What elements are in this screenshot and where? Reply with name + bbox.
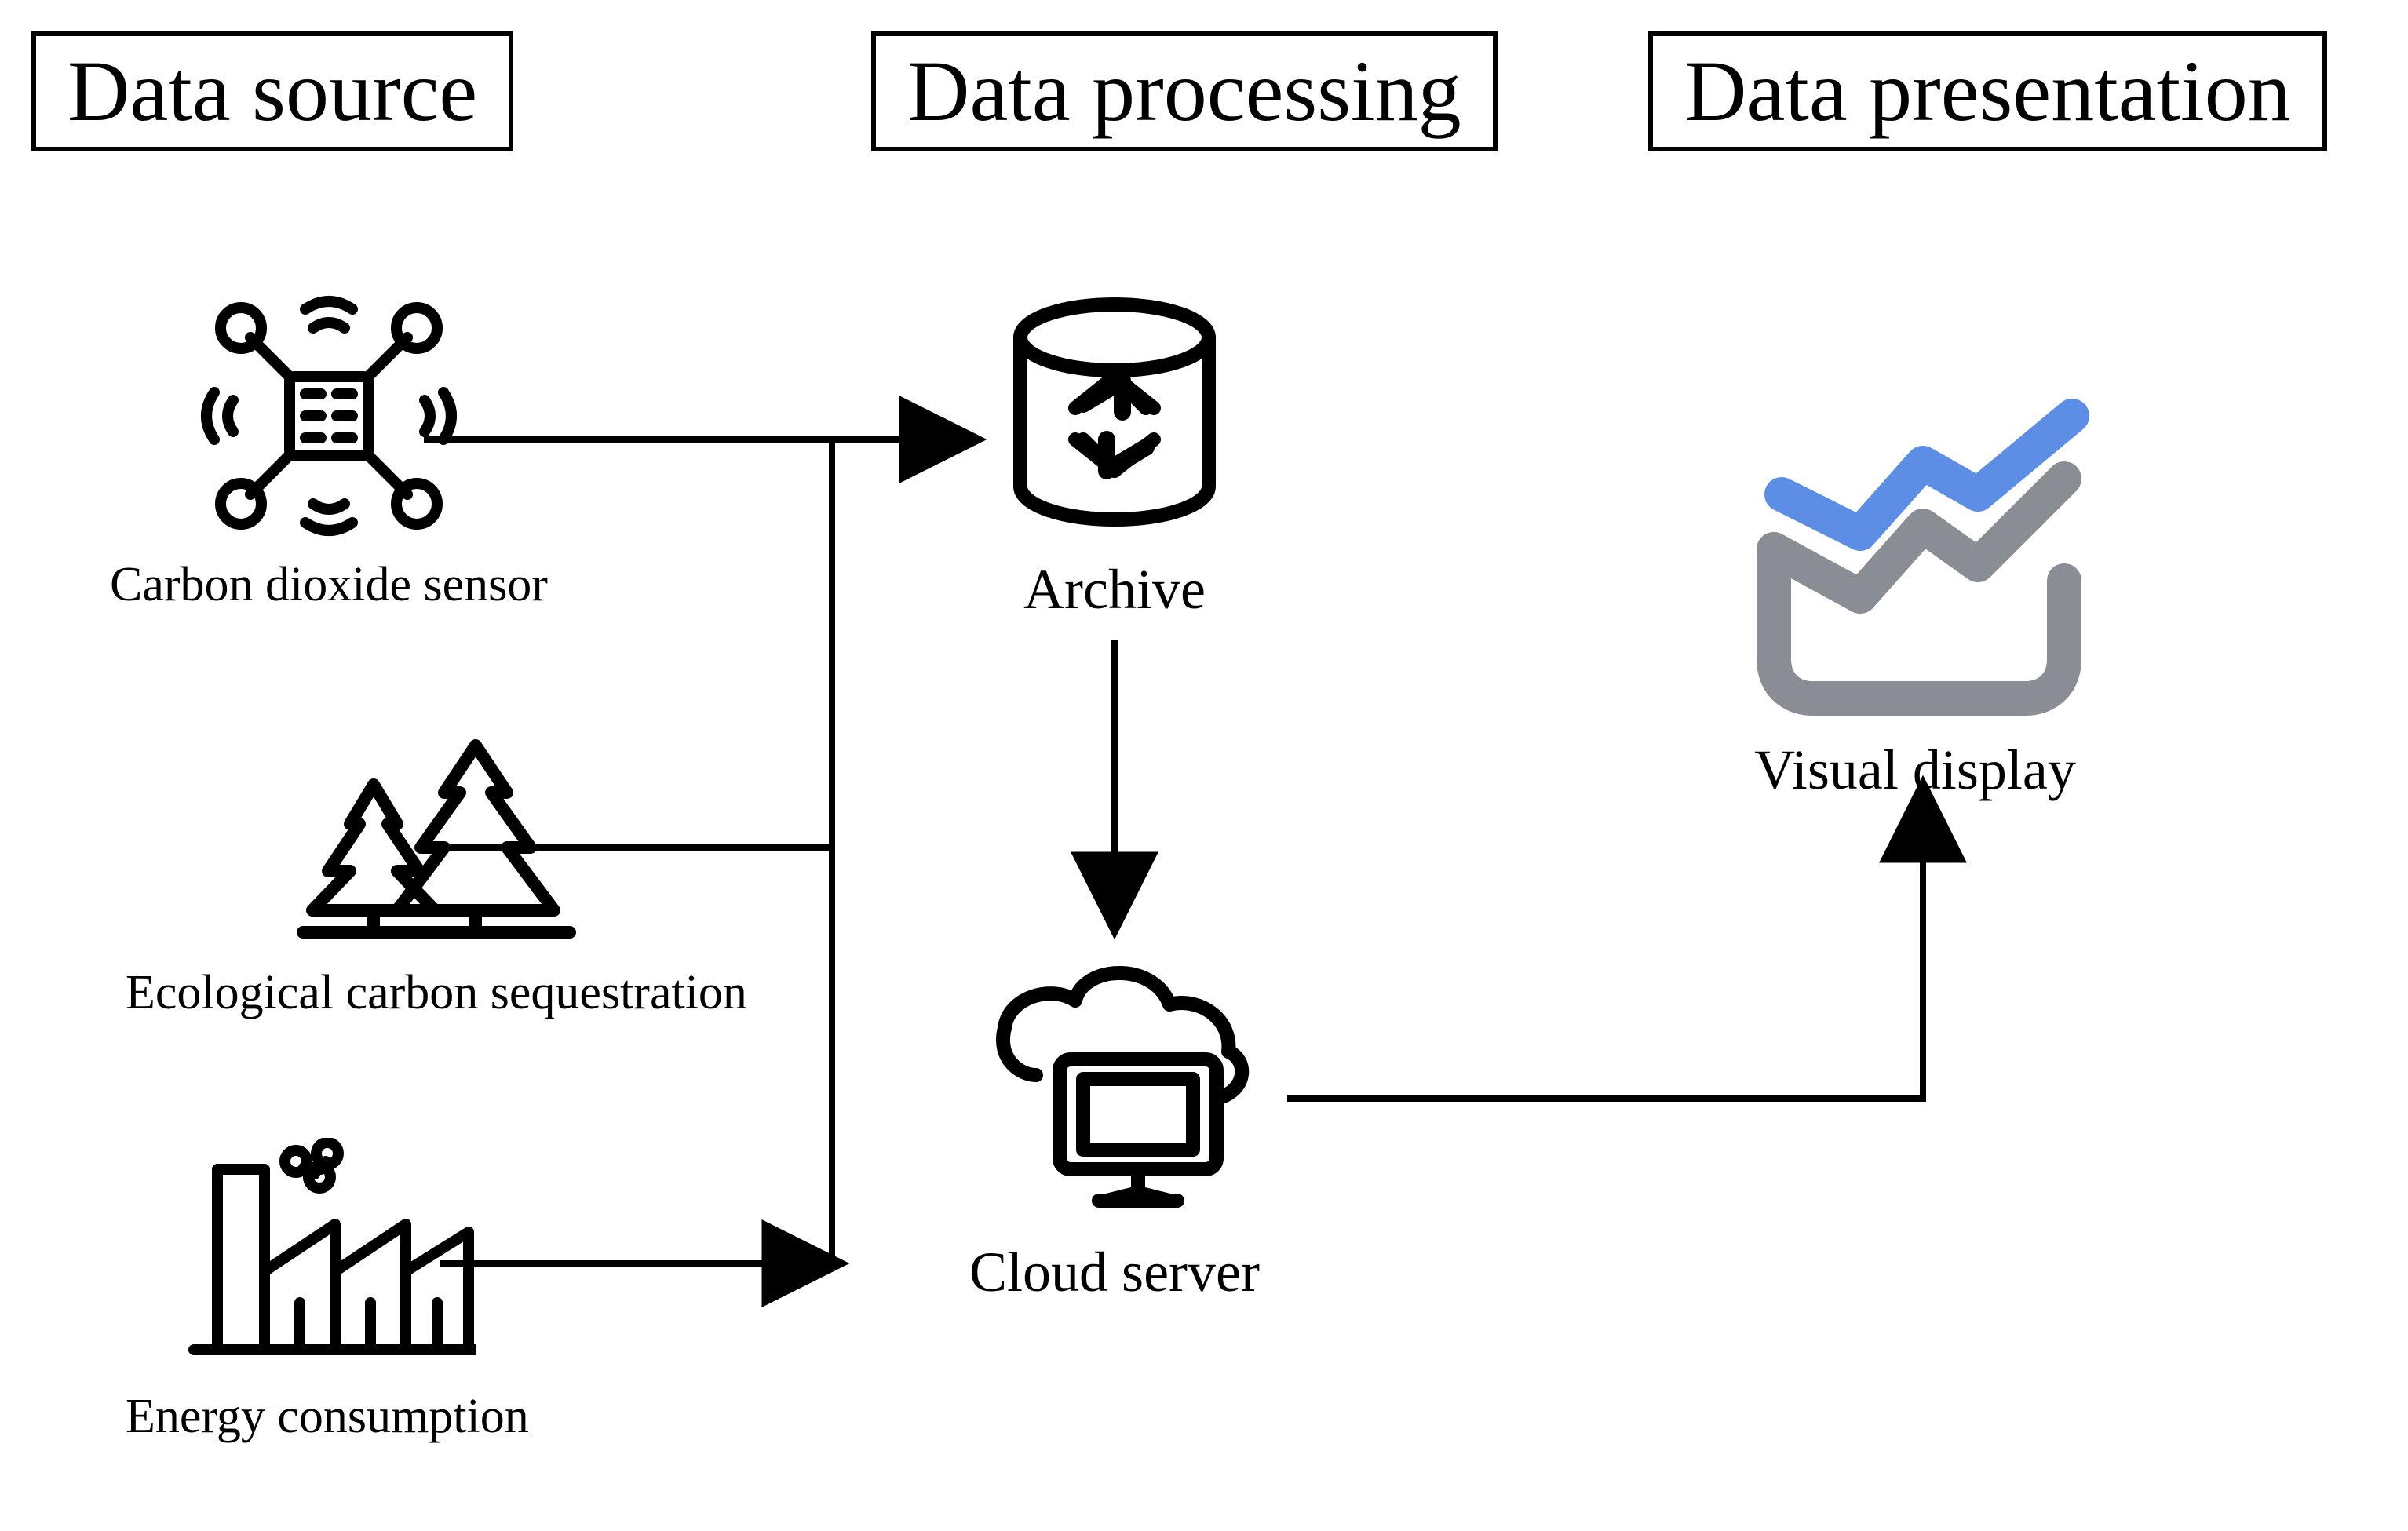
factory-icon	[178, 1138, 476, 1373]
node-cloud: Cloud server	[965, 942, 1264, 1305]
node-visual: Visual display	[1727, 392, 2103, 803]
cloud-server-icon	[965, 942, 1264, 1224]
node-archive-label: Archive	[1023, 557, 1206, 622]
node-sensor: Carbon dioxide sensor	[110, 290, 548, 613]
header-data-processing: Data processing	[871, 31, 1498, 151]
sensor-icon	[195, 290, 462, 541]
node-factory-label: Energy consumption	[126, 1389, 529, 1445]
trees-icon	[295, 730, 578, 950]
header-data-presentation-text: Data presentation	[1684, 43, 2291, 139]
node-sensor-label: Carbon dioxide sensor	[110, 557, 548, 613]
node-trees: Ecological carbon sequestration	[126, 730, 747, 1021]
header-data-source: Data source	[31, 31, 513, 151]
node-archive: Archive	[989, 290, 1240, 622]
header-data-source-text: Data source	[67, 43, 477, 139]
archive-icon	[989, 290, 1240, 541]
node-trees-label: Ecological carbon sequestration	[126, 965, 747, 1021]
header-data-processing-text: Data processing	[907, 43, 1461, 139]
node-factory: Energy consumption	[126, 1138, 529, 1445]
node-visual-label: Visual display	[1754, 738, 2076, 803]
header-data-presentation: Data presentation	[1648, 31, 2327, 151]
visual-display-icon	[1727, 392, 2103, 722]
node-cloud-label: Cloud server	[969, 1240, 1260, 1305]
